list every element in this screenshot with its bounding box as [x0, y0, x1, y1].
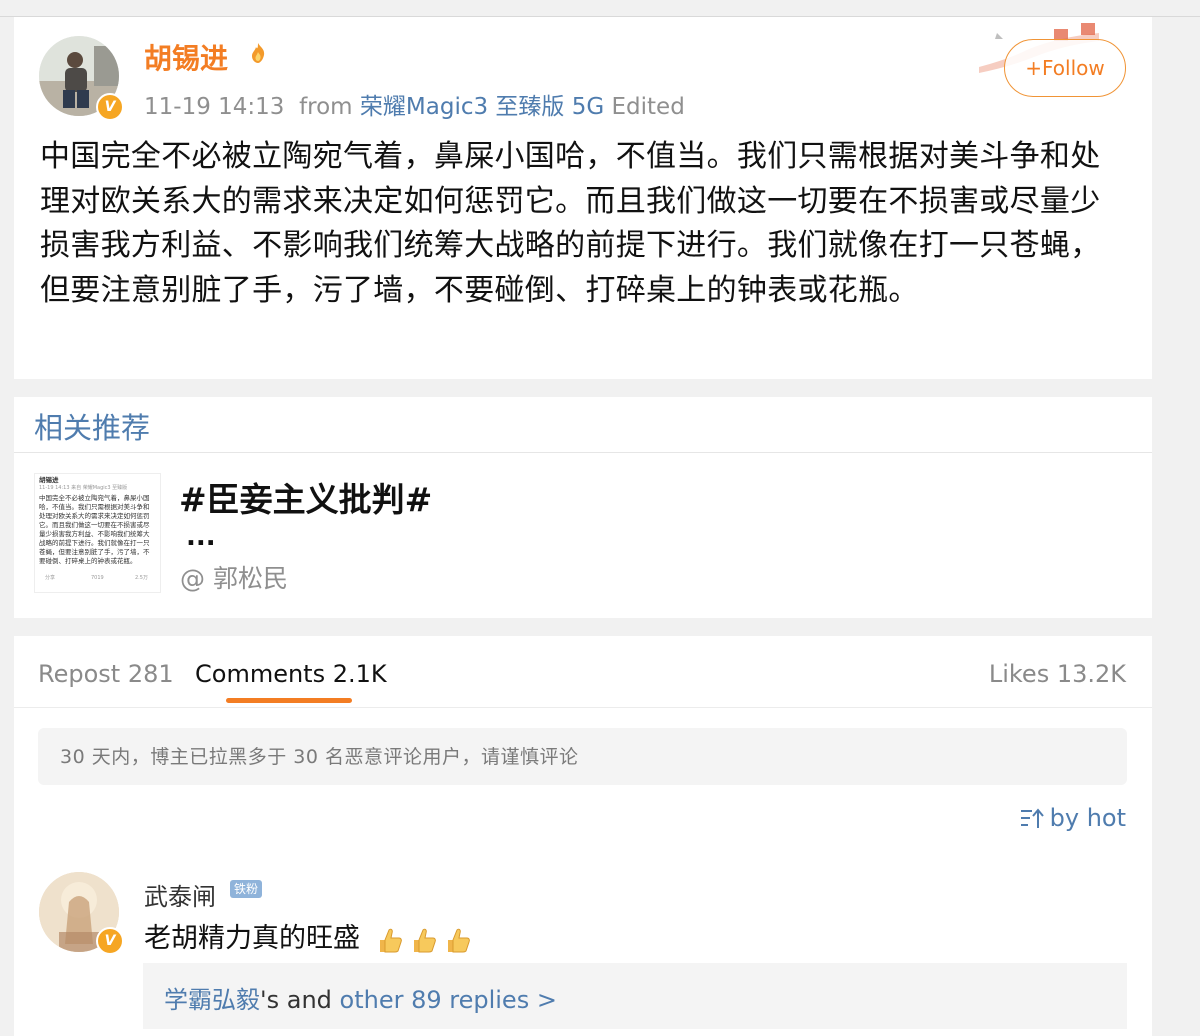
tab-comments[interactable]: Comments 2.1K	[195, 660, 387, 688]
commenter-name[interactable]: 武泰闸	[144, 877, 216, 912]
thumb-line: 要碰倒、打碎桌上的钟表或花瓶。	[39, 557, 137, 565]
comment-body: 老胡精力真的旺盛	[144, 923, 360, 954]
thumb-stat: 2.5万	[135, 575, 148, 581]
thumb-line: 处理对欧关系大的需求来决定如何惩罚	[39, 512, 150, 520]
replies-connector: 's and	[260, 986, 340, 1014]
fan-badge: 铁粉	[230, 880, 263, 898]
active-tab-indicator	[226, 698, 352, 703]
thumb-line: 战略的前提下进行。我们就像在打一只	[39, 539, 150, 547]
thumb-line: 哈，不值当。我们只需根据对美斗争和	[39, 503, 150, 511]
verified-v-icon: V	[96, 927, 124, 955]
related-author-link[interactable]: @ 郭松民	[180, 559, 288, 595]
follow-button[interactable]: +Follow	[1004, 39, 1126, 97]
comments-card: Repost 281 Comments 2.1K Likes 13.2K 30 …	[14, 636, 1152, 1036]
top-bar	[0, 0, 1200, 17]
thumb-meta: 11-19 14:13 来自 荣耀Magic3 至臻版	[39, 485, 128, 491]
related-card: 相关推荐 胡锡进 11-19 14:13 来自 荣耀Magic3 至臻版 中国完…	[14, 397, 1152, 618]
thumbs-up-icon	[379, 928, 402, 952]
source-device-link[interactable]: 荣耀Magic3 至臻版 5G	[360, 94, 604, 120]
from-label: from	[299, 94, 353, 120]
sort-label: by hot	[1049, 804, 1126, 832]
sort-toggle[interactable]: by hot	[1020, 804, 1126, 832]
verified-v-icon: V	[96, 93, 124, 121]
sort-icon	[1020, 808, 1044, 828]
tab-likes[interactable]: Likes 13.2K	[989, 660, 1126, 688]
comment-notice: 30 天内，博主已拉黑多于 30 名恶意评论用户，请谨慎评论	[38, 728, 1127, 785]
thumbs-up-icon	[413, 928, 436, 952]
thumb-line: 中国完全不必被立陶宛气着，鼻屎小国	[39, 494, 150, 502]
related-title: 相关推荐	[34, 411, 151, 445]
thumb-line: 苍蝇，但要注意别脏了手，污了墙，不	[39, 548, 150, 556]
related-thumbnail[interactable]: 胡锡进 11-19 14:13 来自 荣耀Magic3 至臻版 中国完全不必被立…	[34, 473, 161, 593]
thumb-line: 量少损害我方利益、不影响我们统筹大	[39, 530, 150, 538]
post-card: V 胡锡进 11-19 14:13 from 荣耀Magic3 至臻版 5G E…	[14, 17, 1152, 379]
comment-text: 老胡精力真的旺盛	[144, 916, 471, 955]
reply-user-link[interactable]: 学霸弘毅	[164, 986, 260, 1014]
thumb-stat: 分享	[45, 575, 56, 581]
notice-text: 30 天内，博主已拉黑多于 30 名恶意评论用户，请谨慎评论	[60, 746, 579, 768]
edited-label[interactable]: Edited	[612, 94, 685, 120]
post-meta: 11-19 14:13 from 荣耀Magic3 至臻版 5G Edited	[144, 87, 685, 121]
replies-box[interactable]: 学霸弘毅's and other 89 replies >	[143, 963, 1127, 1029]
more-replies-link[interactable]: other 89 replies >	[340, 986, 557, 1014]
divider	[14, 707, 1152, 708]
tab-repost[interactable]: Repost 281	[38, 660, 174, 688]
thumb-stat: 7019	[91, 575, 104, 581]
replies-summary: 学霸弘毅's and other 89 replies >	[164, 980, 557, 1015]
author-name[interactable]: 胡锡进	[144, 37, 228, 77]
post-body: 中国完全不必被立陶宛气着，鼻屎小国哈，不值当。我们只需根据对美斗争和处理对欧关系…	[40, 139, 1101, 308]
page-margin	[1152, 17, 1200, 1029]
thumbs-up-icon	[447, 928, 470, 952]
flame-icon	[252, 43, 265, 63]
related-topic-link[interactable]: #臣妾主义批判#	[179, 473, 432, 521]
related-ellipsis: ...	[186, 522, 216, 552]
post-timestamp: 11-19 14:13	[144, 94, 285, 120]
divider	[14, 452, 1152, 453]
thumb-line: 它。而且我们做这一切要在不损害或尽	[39, 521, 150, 529]
